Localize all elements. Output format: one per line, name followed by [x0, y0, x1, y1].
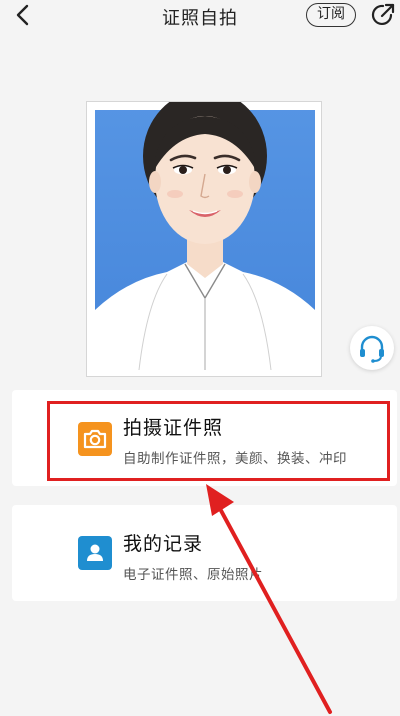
subscribe-button[interactable]: 订阅	[306, 3, 356, 27]
take-id-photo-card[interactable]: 拍摄证件照 自助制作证件照，美颜、换装、冲印	[12, 390, 397, 486]
person-card-icon	[78, 536, 112, 570]
card-subtitle: 电子证件照、原始照片	[123, 567, 263, 583]
card-title: 我的记录	[123, 533, 204, 555]
sample-id-photo	[86, 101, 322, 377]
my-records-card[interactable]: 我的记录 电子证件照、原始照片	[12, 505, 397, 601]
top-bar: 证照自拍 订阅	[0, 0, 400, 34]
customer-support-button[interactable]	[350, 326, 394, 370]
portrait-illustration	[95, 102, 315, 371]
headset-icon	[360, 335, 384, 363]
card-subtitle: 自助制作证件照，美颜、换装、冲印	[123, 451, 347, 467]
camera-icon	[78, 422, 112, 456]
share-icon[interactable]	[370, 2, 396, 28]
card-title: 拍摄证件照	[123, 417, 224, 439]
